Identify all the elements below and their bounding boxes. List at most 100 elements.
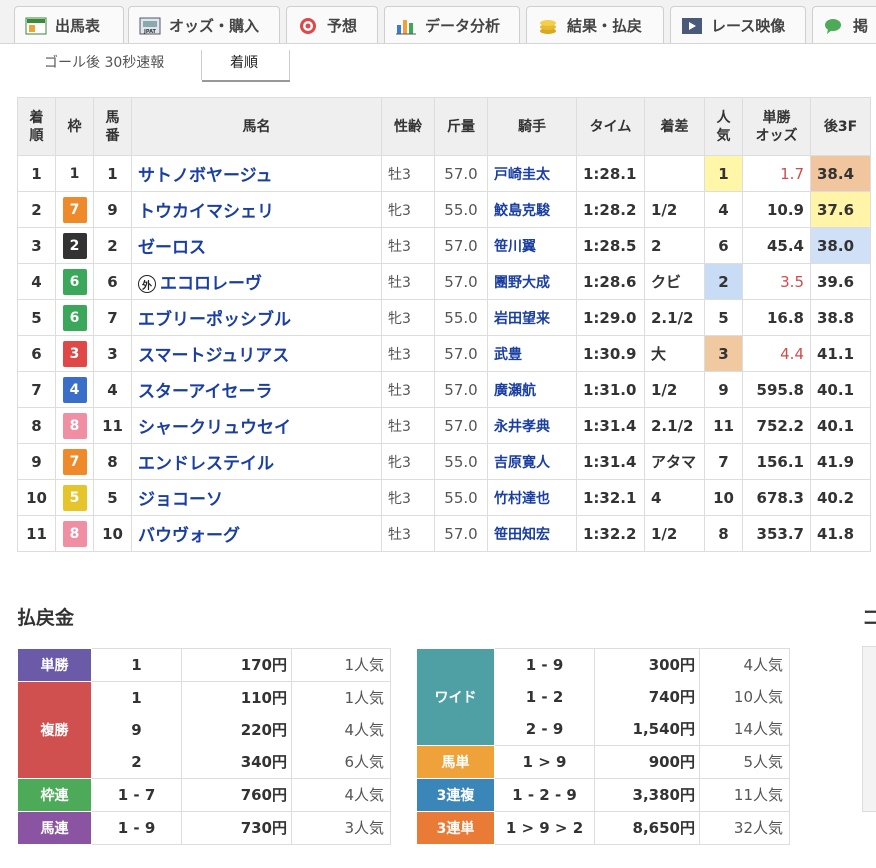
horse-name-link[interactable]: エブリーポッシブル bbox=[131, 299, 382, 336]
waku-cell: 2 bbox=[55, 227, 94, 264]
margin-cell: クビ bbox=[644, 263, 705, 300]
waku-cell: 5 bbox=[55, 479, 94, 516]
jockey-link[interactable]: 笹川翼 bbox=[487, 227, 577, 264]
bet-type-label: 3連単 bbox=[416, 811, 495, 845]
margin-cell: 1/2 bbox=[644, 371, 705, 408]
horse-name-link[interactable]: エンドレステイル bbox=[131, 443, 382, 480]
payout-amount-cell: 300円 740円 1,540円 bbox=[594, 648, 700, 746]
jockey-link[interactable]: 廣瀬航 bbox=[487, 371, 577, 408]
horse-name-link[interactable]: シャークリュウセイ bbox=[131, 407, 382, 444]
header-win-odds[interactable]: 単勝 オッズ bbox=[742, 97, 811, 156]
payout-popularity: 14人気 bbox=[733, 720, 783, 738]
header-horse-name[interactable]: 馬名 bbox=[131, 97, 382, 156]
horse-name-link[interactable]: サトノボヤージュ bbox=[131, 155, 382, 192]
header-last3f[interactable]: 後3F bbox=[810, 97, 871, 156]
weight-cell: 55.0 bbox=[434, 299, 488, 336]
jockey-link[interactable]: 團野大成 bbox=[487, 263, 577, 300]
foreign-bred-mark-icon: 外 bbox=[138, 275, 156, 293]
payout-amount: 170円 bbox=[240, 656, 287, 674]
horse-name-text[interactable]: ゼーロス bbox=[138, 238, 206, 258]
jockey-link[interactable]: 武豊 bbox=[487, 335, 577, 372]
horse-name-text[interactable]: サトノボヤージュ bbox=[138, 166, 272, 186]
popularity-cell: 11 bbox=[704, 407, 743, 444]
sex-age-cell: 牡3 bbox=[381, 335, 435, 372]
jockey-link[interactable]: 鮫島克駿 bbox=[487, 191, 577, 228]
header-jockey[interactable]: 騎手 bbox=[487, 97, 577, 156]
coins-icon bbox=[537, 16, 559, 36]
rank-cell: 7 bbox=[17, 371, 56, 408]
jockey-link[interactable]: 永井孝典 bbox=[487, 407, 577, 444]
header-weight[interactable]: 斤量 bbox=[434, 97, 488, 156]
payout-row: 3連複 1 - 2 - 9 3,380円 11人気 bbox=[416, 778, 790, 812]
weight-cell: 55.0 bbox=[434, 191, 488, 228]
payout-row: 3連単 1 > 9 > 2 8,650円 32人気 bbox=[416, 811, 790, 845]
result-row: 8 8 11 シャークリュウセイ 牡3 57.0 永井孝典 1:31.4 2.1/2 11 752.… bbox=[17, 407, 871, 444]
jockey-link[interactable]: 岩田望来 bbox=[487, 299, 577, 336]
header-time[interactable]: タイム bbox=[576, 97, 645, 156]
umaban-cell: 2 bbox=[93, 227, 132, 264]
horse-name-link[interactable]: スマートジュリアス bbox=[131, 335, 382, 372]
header-waku[interactable]: 枠 bbox=[55, 97, 94, 156]
horse-name-text[interactable]: シャークリュウセイ bbox=[138, 418, 291, 438]
time-cell: 1:29.0 bbox=[576, 299, 645, 336]
popularity-cell: 2 bbox=[704, 263, 743, 300]
tab-results-payout[interactable]: 結果・払戻 bbox=[526, 6, 664, 43]
margin-cell: 4 bbox=[644, 479, 705, 516]
header-margin[interactable]: 着差 bbox=[644, 97, 705, 156]
tab-entry-table[interactable]: 出馬表 bbox=[14, 6, 124, 43]
header-umaban[interactable]: 馬 番 bbox=[93, 97, 132, 156]
header-sex-age[interactable]: 性齢 bbox=[381, 97, 435, 156]
win-odds-cell: 10.9 bbox=[742, 191, 811, 228]
subtab-goal-flash[interactable]: ゴール後 30秒速報 bbox=[44, 52, 164, 72]
horse-name-link[interactable]: トウカイマシェリ bbox=[131, 191, 382, 228]
weight-cell: 57.0 bbox=[434, 515, 488, 552]
payout-popularity: 6人気 bbox=[344, 753, 384, 771]
horse-name-text[interactable]: ジョコーソ bbox=[138, 490, 223, 510]
jockey-link[interactable]: 吉原寛人 bbox=[487, 443, 577, 480]
subtab-finish-order[interactable]: 着順 bbox=[230, 52, 258, 72]
payout-popularity-cell: 4人気 10人気 14人気 bbox=[699, 648, 790, 746]
horse-name-text[interactable]: スマートジュリアス bbox=[138, 346, 289, 366]
horse-name-link[interactable]: バウヴォーグ bbox=[131, 515, 382, 552]
combination: 1 - 2 - 9 bbox=[512, 786, 577, 804]
jockey-link[interactable]: 戸崎圭太 bbox=[487, 155, 577, 192]
horse-name-link[interactable]: ゼーロス bbox=[131, 227, 382, 264]
combination-cell: 1 > 9 bbox=[494, 745, 595, 779]
win-odds-cell: 752.2 bbox=[742, 407, 811, 444]
tab-odds-purchase[interactable]: JPAT オッズ・購入 bbox=[128, 6, 280, 43]
tab-prediction[interactable]: 予想 bbox=[286, 6, 378, 43]
header-popularity[interactable]: 人 気 bbox=[704, 97, 743, 156]
horse-name-text[interactable]: トウカイマシェリ bbox=[138, 202, 274, 222]
combination: 1 - 9 bbox=[525, 656, 564, 674]
umaban-cell: 11 bbox=[93, 407, 132, 444]
payout-row: 単勝 1 170円 1人気 bbox=[17, 648, 391, 682]
payout-row: ワイド 1 - 9 1 - 2 2 - 9 300円 740円 1,540円 4人気 10人気 1… bbox=[416, 648, 790, 746]
horse-name-link[interactable]: 外エコロレーヴ bbox=[131, 263, 382, 300]
payout-popularity: 4人気 bbox=[743, 656, 783, 674]
rank-cell: 1 bbox=[17, 155, 56, 192]
payout-popularity: 4人気 bbox=[344, 786, 384, 804]
horse-name-text[interactable]: エコロレーヴ bbox=[160, 274, 262, 294]
horse-name-text[interactable]: バウヴォーグ bbox=[138, 526, 240, 546]
payout-popularity-cell: 1人気 bbox=[291, 648, 391, 682]
payout-amount-cell: 760円 bbox=[181, 778, 292, 812]
tab-board[interactable]: 掲 bbox=[812, 6, 876, 43]
horse-name-link[interactable]: スターアイセーラ bbox=[131, 371, 382, 408]
header-rank[interactable]: 着 順 bbox=[17, 97, 56, 156]
waku-badge: 7 bbox=[62, 196, 87, 223]
umaban-cell: 9 bbox=[93, 191, 132, 228]
umaban-cell: 1 bbox=[93, 155, 132, 192]
horse-name-text[interactable]: スターアイセーラ bbox=[138, 382, 272, 402]
jockey-link[interactable]: 笹田知宏 bbox=[487, 515, 577, 552]
result-row: 4 6 6 外エコロレーヴ 牡3 57.0 團野大成 1:28.6 クビ 2 3.5 39.6 bbox=[17, 263, 871, 300]
horse-name-text[interactable]: エブリーポッシブル bbox=[138, 310, 291, 330]
tab-data-analysis[interactable]: データ分析 bbox=[384, 6, 520, 43]
time-cell: 1:32.2 bbox=[576, 515, 645, 552]
tab-race-video[interactable]: レース映像 bbox=[670, 6, 806, 43]
rank-cell: 11 bbox=[17, 515, 56, 552]
horse-name-text[interactable]: エンドレステイル bbox=[138, 454, 274, 474]
jockey-link[interactable]: 竹村達也 bbox=[487, 479, 577, 516]
horse-name-link[interactable]: ジョコーソ bbox=[131, 479, 382, 516]
payout-table-left: 単勝 1 170円 1人気 複勝 1 9 2 110円 220円 340円 1人気 4人気 6人気 枠連 1 … bbox=[17, 648, 391, 845]
combination: 1 - 9 bbox=[117, 819, 156, 837]
